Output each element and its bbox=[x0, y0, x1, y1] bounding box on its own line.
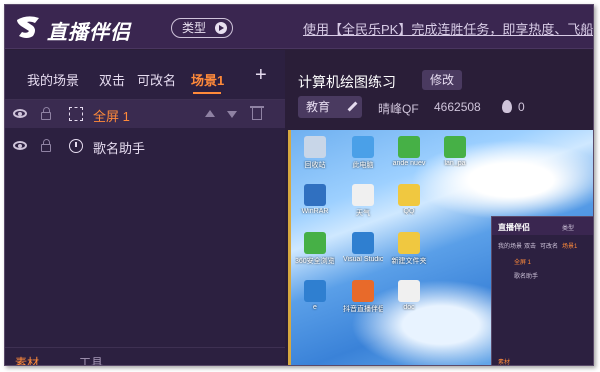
tab-my-scenes[interactable]: 我的场景 bbox=[27, 70, 79, 89]
desktop-icon-label: WinRAR bbox=[301, 208, 329, 215]
lock-icon[interactable] bbox=[41, 139, 51, 152]
mini-tab: 双击 bbox=[524, 244, 537, 250]
desktop-app-icon bbox=[398, 232, 420, 254]
username: 晴峰QF bbox=[378, 102, 419, 116]
desktop-app-icon bbox=[304, 232, 326, 254]
desktop-icon-label: ande nuev bbox=[392, 160, 426, 167]
desktop-icon-label: 新建文件夹 bbox=[391, 258, 427, 265]
desktop-icon-label: Visual Studio bbox=[343, 256, 383, 263]
app-window: 直播伴侣 类型 使用【全民乐PK】完成连胜任务，即享热度、飞船 我的场景 双击 … bbox=[4, 4, 594, 366]
category-label: 教育 bbox=[306, 100, 331, 114]
fullscreen-capture-icon bbox=[69, 107, 83, 121]
announcement-link[interactable]: 使用【全民乐PK】完成连胜任务，即享热度、飞船 bbox=[303, 19, 593, 38]
desktop-app-icon bbox=[304, 136, 326, 158]
desktop-app-icon bbox=[304, 184, 326, 206]
lock-icon[interactable] bbox=[41, 107, 51, 120]
room-id: 4662508 bbox=[434, 100, 481, 114]
source-row-fullscreen[interactable]: 全屏 1 bbox=[5, 100, 285, 128]
mini-app-title: 直播伴侣 bbox=[498, 223, 530, 232]
category-button[interactable]: 教育 bbox=[298, 96, 362, 118]
desktop-icon-label: e bbox=[313, 304, 317, 311]
desktop-app-icon bbox=[304, 280, 326, 302]
fire-icon bbox=[502, 100, 512, 113]
wallpaper-cloud bbox=[411, 140, 593, 220]
tab-materials[interactable]: 素材 bbox=[15, 354, 39, 365]
heat-count: 0 bbox=[518, 100, 525, 114]
mini-tab: 可改名 bbox=[540, 244, 559, 250]
top-bar: 直播伴侣 类型 使用【全民乐PK】完成连胜任务，即享热度、飞船 bbox=[5, 5, 593, 49]
tab-tools[interactable]: 工具 bbox=[79, 354, 103, 365]
mini-source: 歌名助手 bbox=[514, 274, 539, 280]
delete-icon[interactable] bbox=[250, 106, 264, 120]
visibility-eye-icon[interactable] bbox=[13, 141, 27, 150]
app-title: 直播伴侣 bbox=[47, 22, 131, 44]
desktop-app-icon bbox=[398, 280, 420, 302]
source-label: 歌名助手 bbox=[93, 141, 146, 156]
active-tab-indicator bbox=[193, 92, 221, 94]
pencil-icon bbox=[347, 101, 358, 112]
visibility-eye-icon[interactable] bbox=[13, 109, 27, 118]
desktop-icon-label: lan_pa bbox=[444, 160, 466, 167]
live-room-panel: 计算机绘图练习 修改 教育 晴峰QF 4662508 0 回收站 此电脑 ande … bbox=[286, 50, 593, 366]
edit-button[interactable]: 修改 bbox=[422, 70, 462, 90]
mini-tab: 我的场景 bbox=[498, 244, 523, 250]
desktop-icon-label: 回收站 bbox=[304, 162, 326, 169]
mini-source: 全屏 1 bbox=[514, 260, 532, 266]
desktop-app-icon bbox=[444, 136, 466, 158]
desktop-app-icon bbox=[398, 184, 420, 206]
move-down-icon[interactable] bbox=[227, 111, 237, 118]
tab-scene-1[interactable]: 场景1 bbox=[191, 70, 224, 89]
stream-preview[interactable]: 回收站 此电脑 ande nuev lan_pa WinRAR 天气 QQ 360安全浏览器 V… bbox=[288, 130, 593, 366]
desktop-icon-label: 360安全浏览器 bbox=[295, 258, 335, 265]
type-button-label: 类型 bbox=[182, 21, 207, 35]
type-button[interactable]: 类型 bbox=[171, 18, 233, 38]
tab-renamable[interactable]: 可改名 bbox=[137, 70, 176, 89]
desktop-icon-label: doc bbox=[403, 304, 415, 311]
desktop-icon-label: 此电脑 bbox=[352, 162, 374, 169]
desktop-app-icon bbox=[352, 280, 374, 302]
song-assistant-icon bbox=[69, 139, 83, 153]
move-up-icon[interactable] bbox=[205, 110, 215, 117]
app-logo-icon bbox=[17, 16, 39, 38]
scene-tabs: 我的场景 双击 可改名 场景1 + bbox=[5, 50, 285, 100]
mini-top-bar: 直播伴侣 类型 bbox=[492, 217, 593, 235]
mini-type-button: 类型 bbox=[562, 226, 575, 232]
preview-mini-app: 直播伴侣 类型 我的场景 双击 可改名 场景1 全屏 1 歌名助手 素材 bbox=[491, 216, 593, 366]
source-row-song-assistant[interactable]: 歌名助手 bbox=[5, 132, 285, 160]
play-icon bbox=[215, 22, 227, 34]
desktop-app-icon bbox=[352, 136, 374, 158]
source-label: 全屏 1 bbox=[93, 109, 130, 124]
desktop-icon-label: 天气 bbox=[356, 210, 370, 217]
desktop-icon-label: QQ bbox=[403, 208, 415, 215]
tab-double-click[interactable]: 双击 bbox=[99, 70, 125, 89]
bottom-tabs: 素材 工具 bbox=[5, 347, 285, 365]
desktop-app-icon bbox=[352, 232, 374, 254]
mini-tab-active: 场景1 bbox=[562, 244, 578, 250]
add-scene-button[interactable]: + bbox=[255, 64, 267, 87]
mini-bottom-tab: 素材 bbox=[498, 360, 511, 366]
scene-panel: 我的场景 双击 可改名 场景1 + 全屏 1 歌名助手 素材 工具 bbox=[5, 50, 285, 365]
desktop-app-icon bbox=[352, 184, 374, 206]
desktop-app-icon bbox=[398, 136, 420, 158]
desktop-icon-label: 抖音直播伴侣 bbox=[343, 306, 383, 313]
room-title: 计算机绘图练习 bbox=[298, 74, 396, 90]
